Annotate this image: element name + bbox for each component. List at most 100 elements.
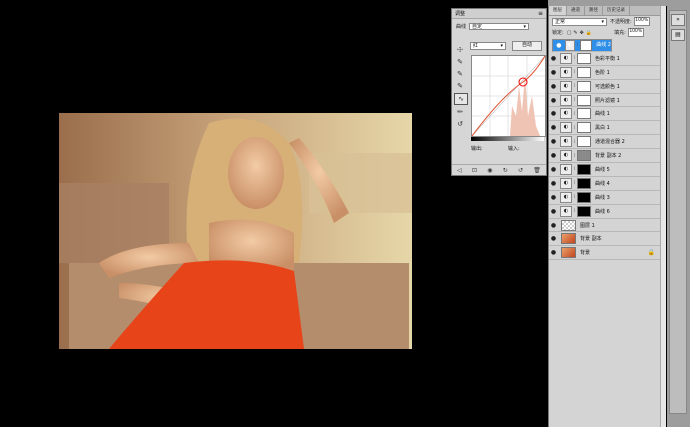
layer-name: 可选颜色 1 xyxy=(595,83,620,90)
layer-list: ● ◐ ⁞ 曲线 2 ● ◐ ⁞ 色彩平衡 1 ● ◐ ⁞ 色阶 1 ● ◐ ⁞ 可选颜色 1 ● ◐ ⁞ 照片滤镜 … xyxy=(549,39,661,261)
opacity-field[interactable]: 100% xyxy=(633,17,650,26)
layer-mask[interactable] xyxy=(577,52,591,64)
layer-row[interactable]: ● ◐ ⁞ 色阶 1 xyxy=(549,66,661,80)
lock-transparent-icon[interactable]: ▢ xyxy=(567,30,572,36)
tab-history[interactable]: 历史记录 xyxy=(603,6,630,15)
layer-row[interactable]: ● ◐ ⁞ 黑白 1 xyxy=(549,121,661,136)
layer-row[interactable]: ● 背景 副本 xyxy=(549,232,661,247)
tab-layers[interactable]: 图层 xyxy=(549,6,567,15)
trash-icon[interactable]: 🗑 xyxy=(533,167,541,174)
eyedropper-black-icon[interactable]: ✎ xyxy=(454,57,466,67)
layer-mask[interactable] xyxy=(577,191,591,203)
eye-icon[interactable]: ● xyxy=(549,55,558,62)
layer-mask[interactable] xyxy=(577,108,591,120)
layer-row[interactable]: ● ◐ ⁞ 背景 副本 2 xyxy=(549,149,661,164)
layer-mask[interactable] xyxy=(579,39,593,51)
lock-all-icon[interactable]: 🔒 xyxy=(586,30,592,36)
clip-icon[interactable]: ⊡ xyxy=(472,167,477,174)
back-icon[interactable]: ◁ xyxy=(457,167,462,174)
layer-name: 色彩平衡 1 xyxy=(595,55,620,62)
dock-panel-icon[interactable]: ▤ xyxy=(671,29,685,41)
pencil-icon[interactable]: ✏ xyxy=(454,107,466,117)
curve-graph[interactable] xyxy=(471,55,546,137)
layer-mask[interactable] xyxy=(577,122,591,134)
layer-name: 曲线 5 xyxy=(595,166,610,173)
reset-icon[interactable]: ↻ xyxy=(503,167,508,174)
layer-row[interactable]: ● ◐ ⁞ 可选颜色 1 xyxy=(549,80,661,94)
lock-label: 锁定: xyxy=(552,30,564,36)
layer-row[interactable]: ● ◐ ⁞ 曲线 5 xyxy=(549,163,661,177)
layer-thumbnail xyxy=(561,233,576,245)
eye-icon[interactable]: ● xyxy=(549,138,558,145)
lock-position-icon[interactable]: ✥ xyxy=(580,30,584,36)
layer-row[interactable]: ● ◐ ⁞ 曲线 2 xyxy=(552,39,612,52)
layer-mask[interactable] xyxy=(577,177,591,189)
eyedropper-gray-icon[interactable]: ✎ xyxy=(454,69,466,79)
channel-row: 红 ▾ 自动 xyxy=(470,41,542,51)
layer-row[interactable]: ● 图层 1 xyxy=(549,219,661,233)
layer-mask[interactable] xyxy=(577,94,591,106)
visibility-icon[interactable]: ◉ xyxy=(487,167,492,174)
layer-row[interactable]: ● ◐ ⁞ 曲线 4 xyxy=(549,177,661,191)
adjustment-icon: ◐ xyxy=(560,66,572,78)
layer-mask[interactable] xyxy=(577,136,591,148)
eye-icon[interactable]: ● xyxy=(549,110,558,117)
adjustments-panel: 调整 ≡ 曲线 自定 ▾ ☩ ✎ ✎ ✎ ∿ ✏ ↺ 红 ▾ 自动 输出: 输入… xyxy=(451,8,547,176)
eye-icon[interactable]: ● xyxy=(549,235,558,242)
layers-scrollbar[interactable] xyxy=(660,6,666,427)
photo-canvas[interactable] xyxy=(59,113,412,349)
dock-collapse-icon[interactable]: » xyxy=(671,14,685,26)
chevron-down-icon: ▾ xyxy=(601,18,604,25)
adjustment-icon: ◐ xyxy=(560,108,572,120)
layers-panel: 图层 通道 路径 历史记录 正常 ▾ 不透明度: 100% 锁定: ▢ ✎ ✥ 🔒… xyxy=(548,6,666,427)
curve-point-icon[interactable]: ∿ xyxy=(454,93,468,105)
channel-select[interactable]: 红 ▾ xyxy=(470,42,506,50)
eye-icon[interactable]: ● xyxy=(555,42,563,49)
fill-field[interactable]: 100% xyxy=(627,28,644,37)
layer-name: 曲线 2 xyxy=(596,41,611,48)
auto-button[interactable]: 自动 xyxy=(512,41,542,51)
eye-icon[interactable]: ● xyxy=(549,166,558,173)
lock-row: 锁定: ▢ ✎ ✥ 🔒 填充: 100% xyxy=(552,28,644,37)
layer-name: 曲线 4 xyxy=(595,180,610,187)
lock-pixels-icon[interactable]: ✎ xyxy=(573,30,577,36)
layer-row[interactable]: ● ◐ ⁞ 通道混合器 2 xyxy=(549,135,661,150)
chevron-down-icon: ▾ xyxy=(500,43,503,49)
eye-icon[interactable]: ● xyxy=(549,152,558,159)
layer-mask[interactable] xyxy=(577,150,591,162)
panel-menu-icon[interactable]: ≡ xyxy=(538,10,543,17)
layer-name: 曲线 1 xyxy=(595,111,610,118)
layer-row[interactable]: ● ◐ ⁞ 色彩平衡 1 xyxy=(549,52,661,66)
lock-icon: 🔒 xyxy=(647,249,655,257)
blend-mode-select[interactable]: 正常 ▾ xyxy=(552,17,607,26)
eye-icon[interactable]: ● xyxy=(549,208,558,215)
eye-icon[interactable]: ● xyxy=(549,97,558,104)
layer-row[interactable]: ● ◐ ⁞ 曲线 6 xyxy=(549,205,661,219)
tab-paths[interactable]: 路径 xyxy=(585,6,603,15)
layer-mask[interactable] xyxy=(577,163,591,175)
adjustments-bottombar: ◁ ⊡ ◉ ↻ ↺ 🗑 xyxy=(452,164,546,175)
layer-row[interactable]: ● ◐ ⁞ 曲线 3 xyxy=(549,191,661,205)
output-label: 输出: xyxy=(471,146,483,152)
layer-row[interactable]: ● 背景 🔒 xyxy=(549,246,661,261)
eye-icon[interactable]: ● xyxy=(549,124,558,131)
eye-icon[interactable]: ● xyxy=(549,83,558,90)
layer-mask[interactable] xyxy=(577,80,591,92)
layer-row[interactable]: ● ◐ ⁞ 照片滤镜 1 xyxy=(549,94,661,108)
eye-icon[interactable]: ● xyxy=(549,249,558,256)
layer-mask[interactable] xyxy=(577,66,591,78)
adjustment-icon: ◐ xyxy=(560,150,572,162)
eye-icon[interactable]: ● xyxy=(549,180,558,187)
eye-icon[interactable]: ● xyxy=(549,222,558,229)
layer-mask[interactable] xyxy=(577,205,591,217)
eyedropper-white-icon[interactable]: ✎ xyxy=(454,81,466,91)
smooth-icon[interactable]: ↺ xyxy=(454,119,466,129)
tab-channels[interactable]: 通道 xyxy=(567,6,585,15)
previous-state-icon[interactable]: ↺ xyxy=(518,167,523,174)
preset-select[interactable]: 自定 ▾ xyxy=(469,23,530,30)
eye-icon[interactable]: ● xyxy=(549,69,558,76)
eye-icon[interactable]: ● xyxy=(549,194,558,201)
layer-name: 图层 1 xyxy=(580,222,595,229)
curve-target-icon[interactable]: ☩ xyxy=(454,45,466,55)
layer-row[interactable]: ● ◐ ⁞ 曲线 1 xyxy=(549,107,661,122)
